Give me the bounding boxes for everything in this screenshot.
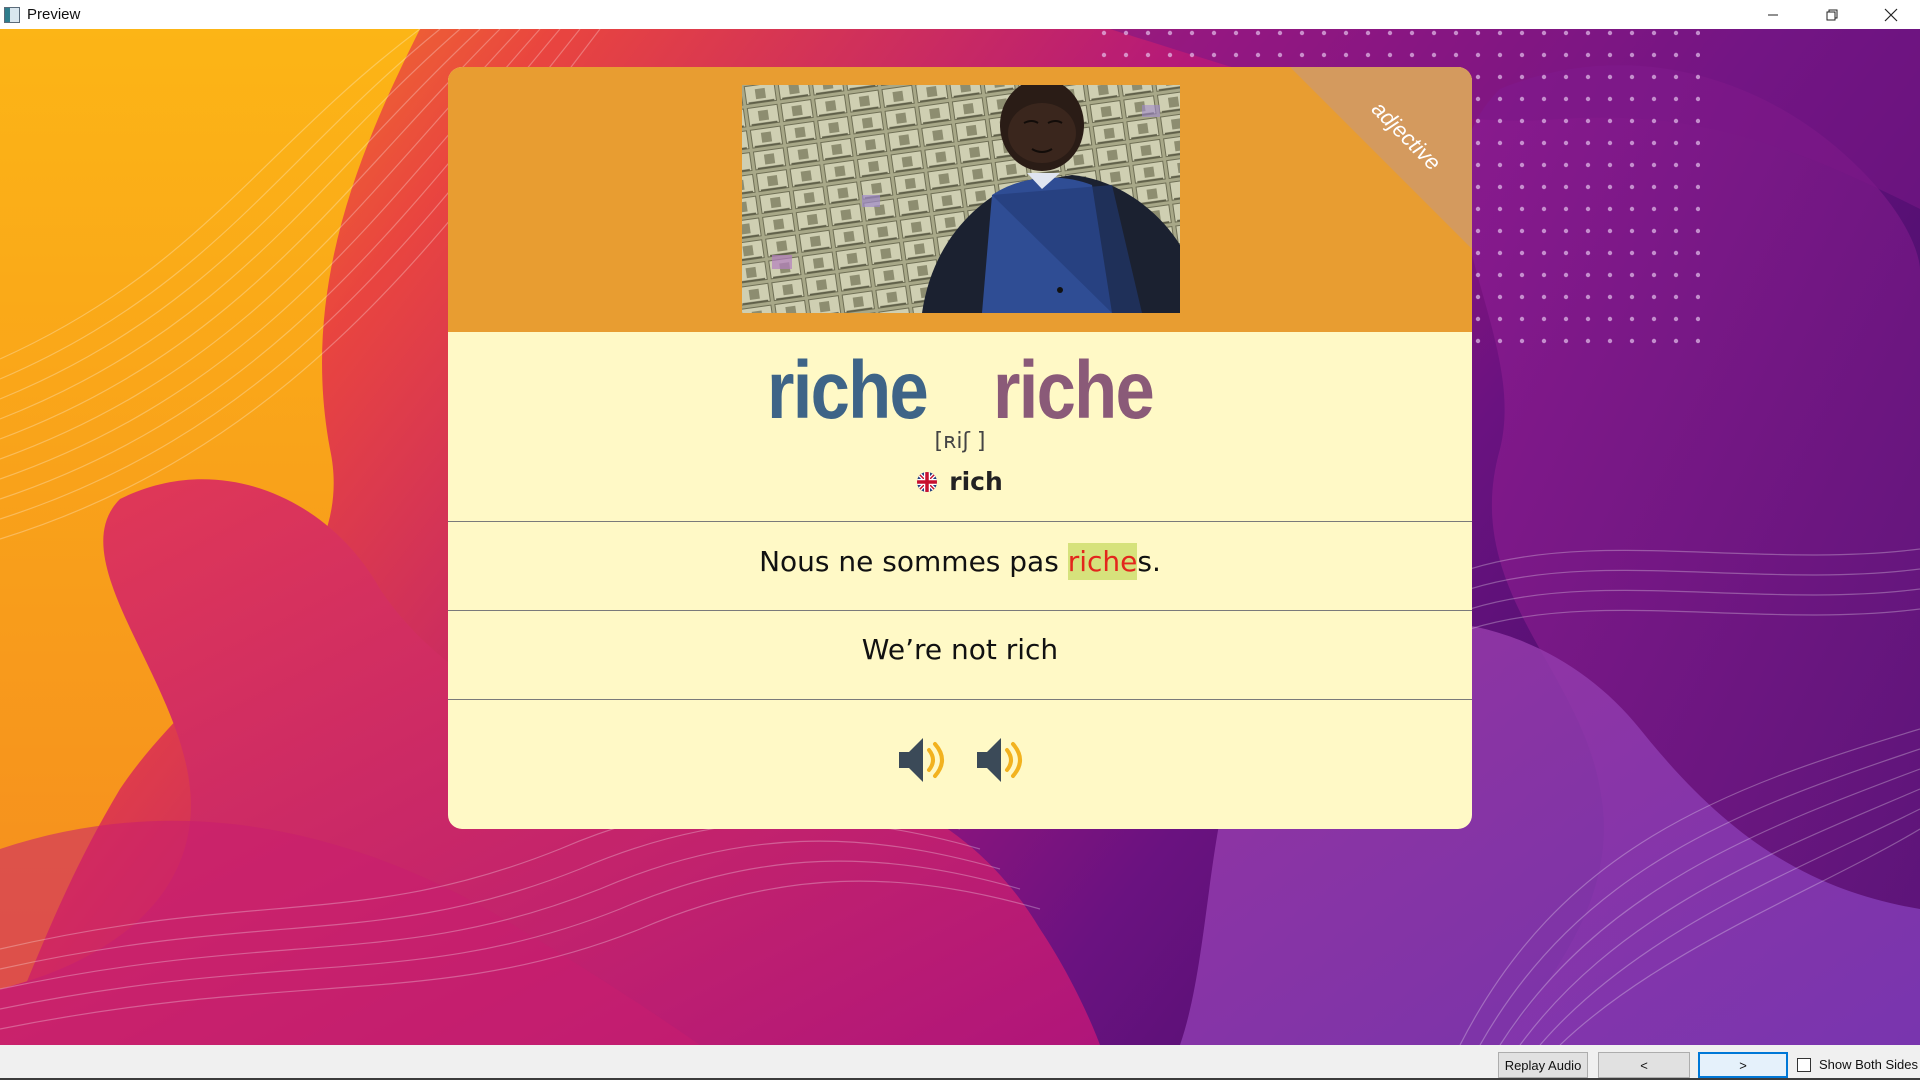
translation-row: rich [448,467,1472,496]
uk-flag-icon [917,471,938,492]
show-both-sides-label[interactable]: Show Both Sides [1819,1057,1918,1072]
word-masculine: riche [767,345,929,436]
close-icon [1884,8,1897,21]
minimize-icon [1767,14,1778,15]
bottom-toolbar: Replay Audio < > Show Both Sides [0,1045,1920,1080]
example-translation: We’re not rich [861,633,1059,666]
example-sentence: Nous ne sommes pas riches. [448,543,1472,580]
divider [448,610,1472,611]
flash-card: adjective riche riche [ʀiʃ] rich Nous n… [448,67,1472,829]
card-header: adjective [448,67,1472,332]
example-highlight: riche [1067,543,1138,580]
show-both-sides-checkbox[interactable] [1797,1058,1811,1072]
window-controls [1743,0,1920,29]
close-button[interactable] [1861,0,1920,29]
window-title: Preview [27,6,81,23]
previous-button[interactable]: < [1598,1052,1690,1078]
divider [448,699,1472,700]
minimize-button[interactable] [1743,0,1802,29]
audio-buttons [448,732,1472,788]
play-word-audio-button[interactable] [893,732,949,788]
phonetic-transcription: [ʀiʃ ] [934,429,986,454]
restore-icon [1826,9,1837,20]
restore-button[interactable] [1802,0,1861,29]
translation-text: rich [949,467,1003,496]
word-feminine: riche [993,345,1155,436]
divider [448,521,1472,522]
example-text-after: s. [1137,545,1161,578]
example-text-before: Nous ne sommes pas [759,545,1068,578]
replay-audio-button[interactable]: Replay Audio [1498,1052,1588,1078]
speaker-icon [899,738,944,782]
speaker-icon [977,738,1022,782]
card-image [742,85,1180,313]
next-button[interactable]: > [1698,1052,1788,1078]
title-bar: Preview [0,0,1920,29]
play-sentence-audio-button[interactable] [971,732,1027,788]
app-icon [4,6,20,23]
